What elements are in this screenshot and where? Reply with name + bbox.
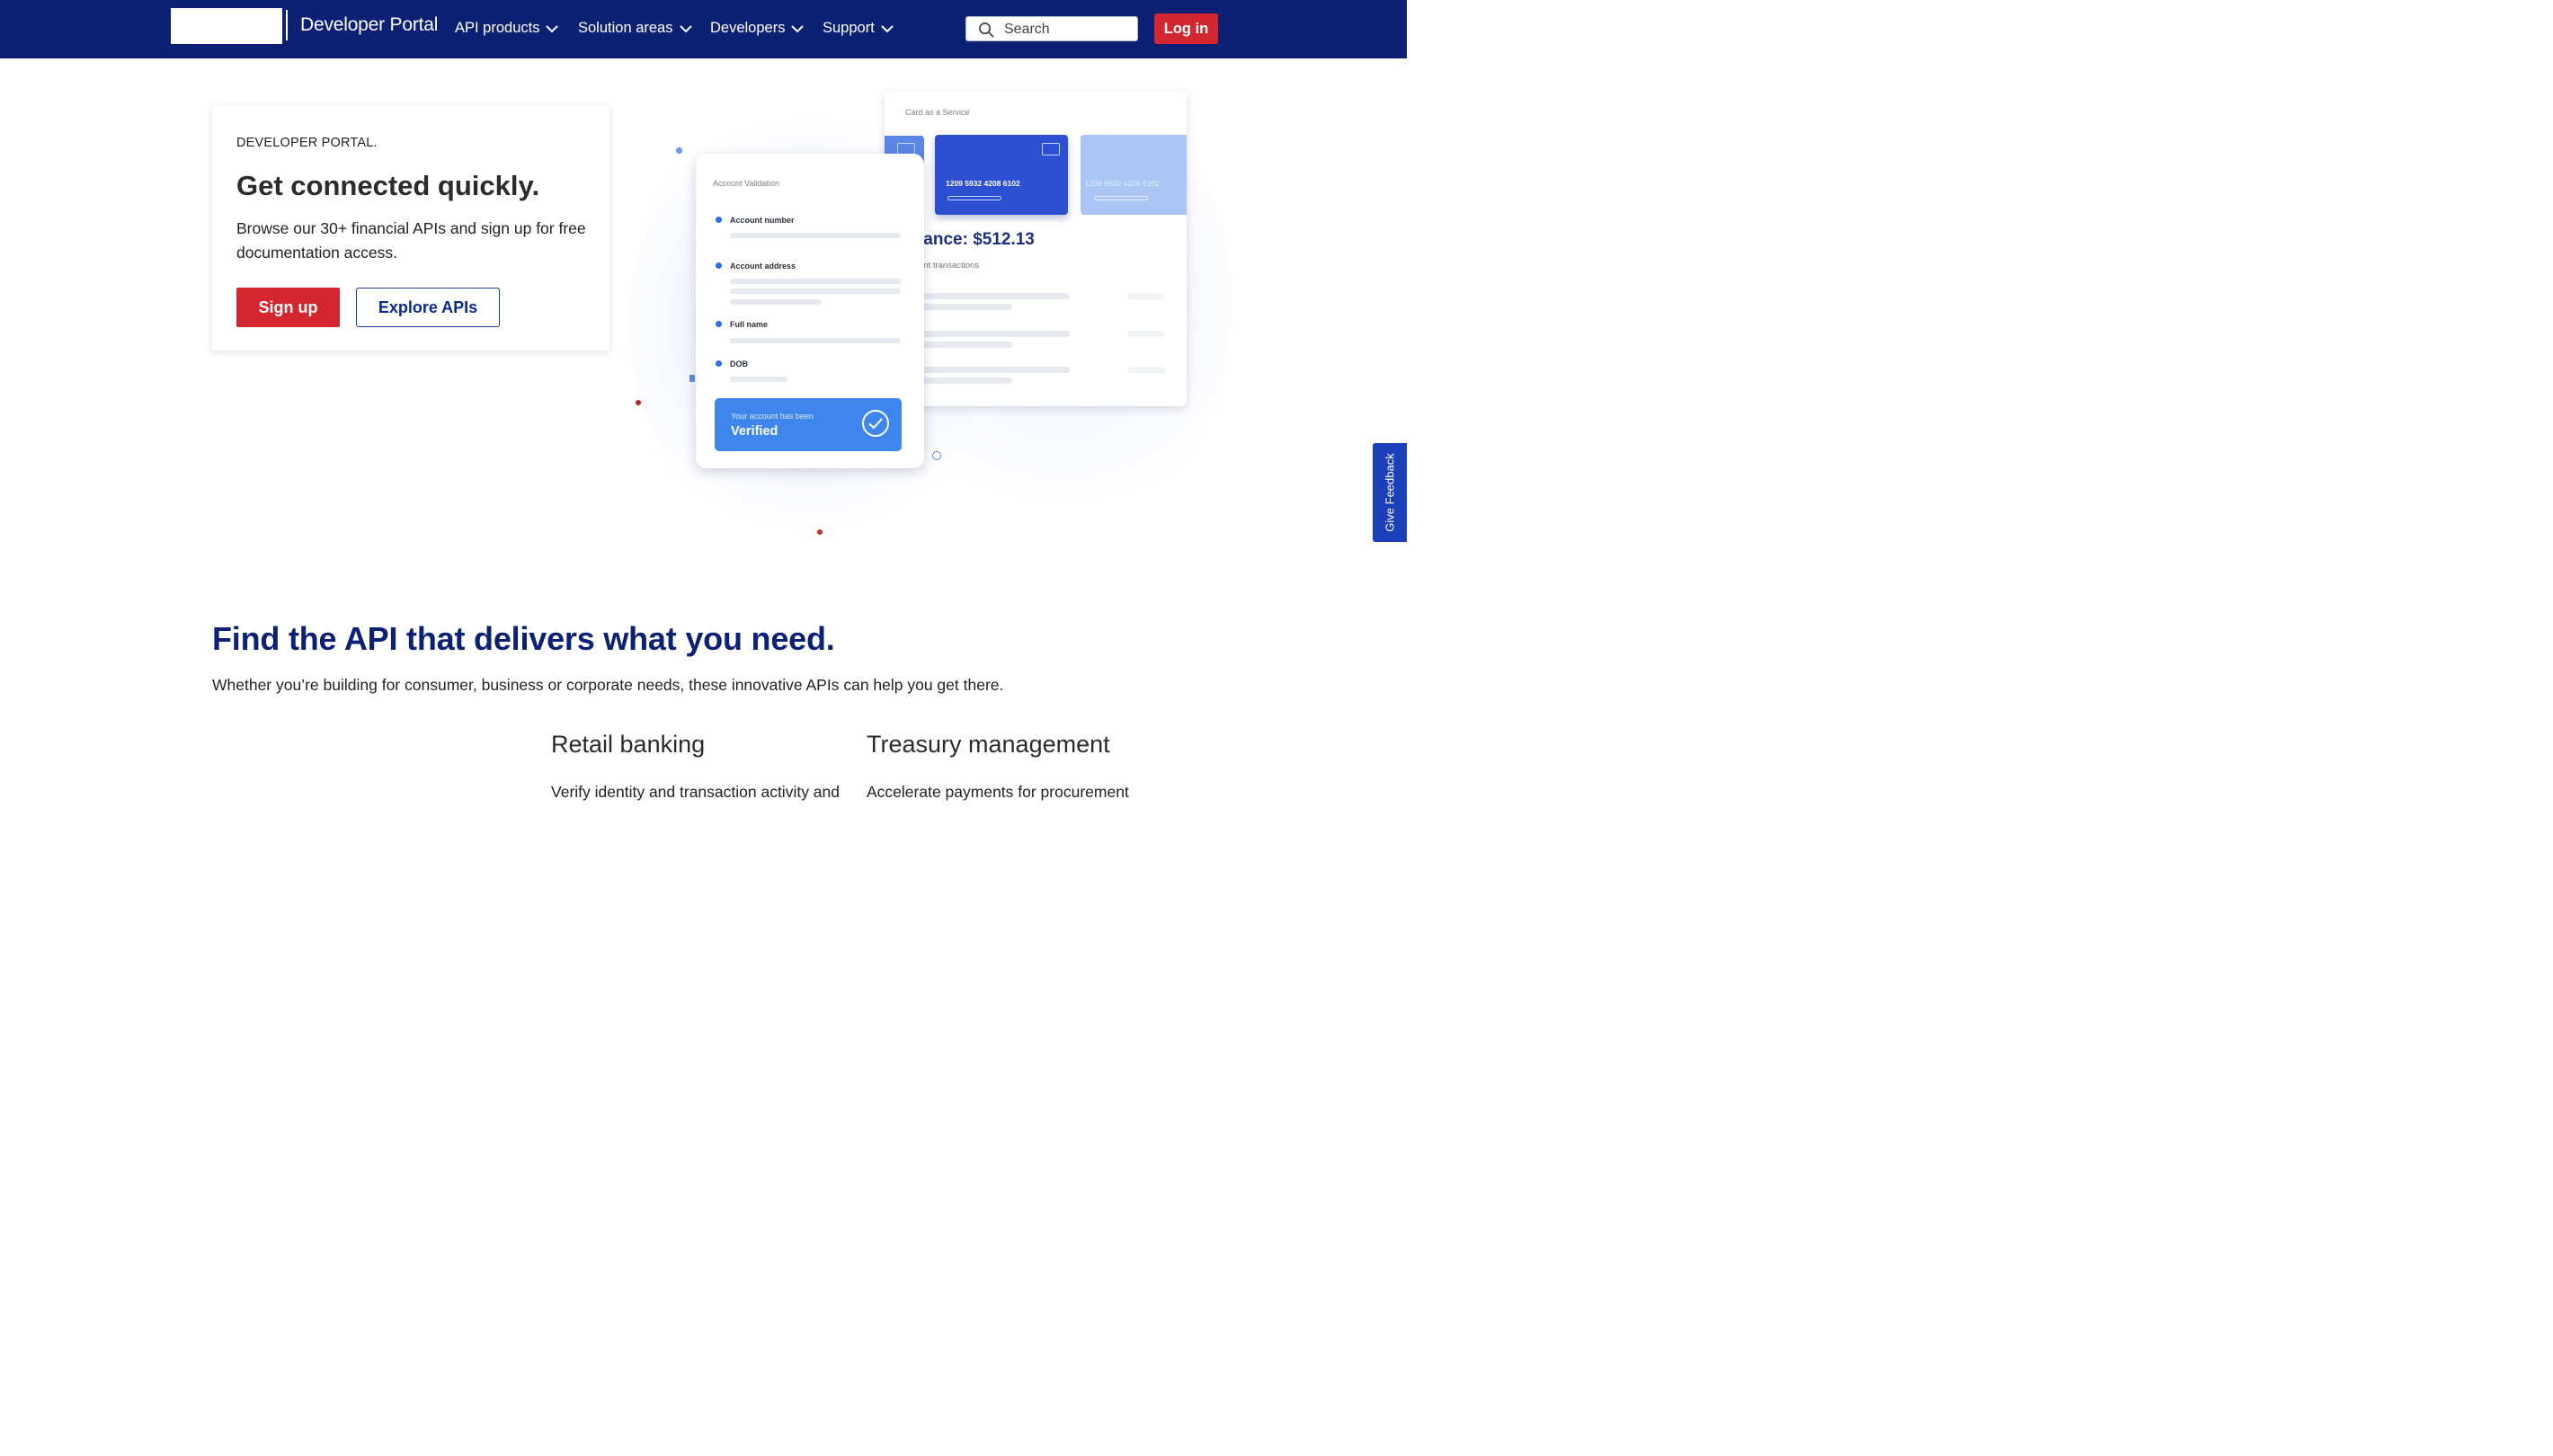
check-circle-icon xyxy=(862,410,889,437)
menu-label: Support xyxy=(823,20,875,36)
placeholder-line xyxy=(730,279,901,284)
login-button[interactable]: Log in xyxy=(1154,13,1218,44)
company-logo[interactable] xyxy=(171,8,282,44)
card-bar xyxy=(947,196,1001,200)
field-label: Full name xyxy=(730,320,769,329)
placeholder-line xyxy=(730,338,901,343)
menu-label: API products xyxy=(455,20,540,36)
search-box xyxy=(965,16,1138,41)
chevron-down-icon xyxy=(679,24,692,32)
section-title: Find the API that delivers what you need… xyxy=(212,620,835,657)
credit-card-secondary: 1209 5932 4208 6102 xyxy=(1081,135,1187,215)
account-validation-panel: Account Validation Account number Accoun… xyxy=(696,154,924,468)
placeholder-line xyxy=(921,377,1012,384)
placeholder-line xyxy=(921,342,1012,348)
card-service-title: Card as a Service xyxy=(905,108,970,117)
card-bar xyxy=(1094,196,1148,200)
sign-up-button[interactable]: Sign up xyxy=(236,288,340,327)
bullet-icon xyxy=(716,217,722,223)
logo-divider xyxy=(286,10,288,40)
section-subtitle: Whether you’re building for consumer, bu… xyxy=(212,676,1004,694)
placeholder-line xyxy=(730,299,822,305)
card-chip-icon xyxy=(1042,143,1060,155)
give-feedback-tab[interactable]: Give Feedback xyxy=(1373,443,1407,542)
hero-illustration: Card as a Service 1209 5932 4208 6102 12… xyxy=(620,63,1250,566)
menu-developers[interactable]: Developers xyxy=(710,20,805,37)
retail-banking-text: Verify identity and transaction activity… xyxy=(551,783,841,801)
placeholder-line xyxy=(1127,293,1165,299)
placeholder-line xyxy=(1127,331,1165,337)
bullet-icon xyxy=(716,321,722,327)
hero-eyebrow: DEVELOPER PORTAL. xyxy=(236,136,378,150)
hero-title: Get connected quickly. xyxy=(236,170,540,201)
placeholder-line xyxy=(921,293,1070,299)
decorative-dot xyxy=(636,400,641,405)
menu-label: Solution areas xyxy=(578,20,673,36)
treasury-management-title[interactable]: Treasury management xyxy=(867,731,1110,759)
search-icon xyxy=(979,22,994,38)
placeholder-line xyxy=(921,331,1070,337)
recent-transactions-label: ent transactions xyxy=(919,261,980,271)
card-number: 1209 5932 4208 6102 xyxy=(1085,179,1160,188)
verified-caption: Your account has been xyxy=(731,412,814,421)
account-validation-title: Account Validation xyxy=(713,179,779,188)
field-label: Account address xyxy=(730,262,796,271)
menu-solution-areas[interactable]: Solution areas xyxy=(578,20,693,37)
hero-text: Browse our 30+ financial APIs and sign u… xyxy=(236,219,586,262)
menu-api-products[interactable]: API products xyxy=(455,20,559,37)
hero-card: DEVELOPER PORTAL. Get connected quickly.… xyxy=(212,105,609,351)
verified-banner: Your account has been Verified xyxy=(715,398,902,451)
verified-label: Verified xyxy=(731,424,778,439)
field-label: Account number xyxy=(730,216,795,225)
decorative-ring xyxy=(932,451,941,460)
placeholder-line xyxy=(921,367,1070,373)
card-service-panel: Card as a Service 1209 5932 4208 6102 12… xyxy=(885,92,1187,406)
bullet-icon xyxy=(716,360,722,367)
chevron-down-icon xyxy=(546,24,559,32)
balance-text: lance: $512.13 xyxy=(919,230,1035,249)
explore-apis-button[interactable]: Explore APIs xyxy=(356,288,500,327)
card-number: 1209 5932 4208 6102 xyxy=(946,179,1020,188)
decorative-dot xyxy=(689,375,695,382)
top-nav: Developer Portal API products Solution a… xyxy=(0,0,1407,58)
menu-support[interactable]: Support xyxy=(823,20,894,37)
brand-title[interactable]: Developer Portal xyxy=(300,14,438,36)
placeholder-line xyxy=(921,304,1012,310)
retail-banking-title[interactable]: Retail banking xyxy=(551,731,705,759)
placeholder-line xyxy=(1127,367,1165,373)
decorative-dot xyxy=(817,529,823,535)
decorative-dot xyxy=(676,147,682,154)
search-input[interactable] xyxy=(1004,20,1130,40)
placeholder-line xyxy=(730,289,901,294)
chevron-down-icon xyxy=(791,24,805,32)
give-feedback-label: Give Feedback xyxy=(1383,453,1397,532)
field-label: DOB xyxy=(730,360,748,368)
treasury-management-text: Accelerate payments for procurement xyxy=(867,783,1129,801)
menu-label: Developers xyxy=(710,20,786,36)
chevron-down-icon xyxy=(881,24,894,32)
placeholder-line xyxy=(730,377,787,382)
credit-card-main: 1209 5932 4208 6102 xyxy=(935,135,1068,215)
bullet-icon xyxy=(716,262,722,269)
placeholder-line xyxy=(730,233,901,238)
